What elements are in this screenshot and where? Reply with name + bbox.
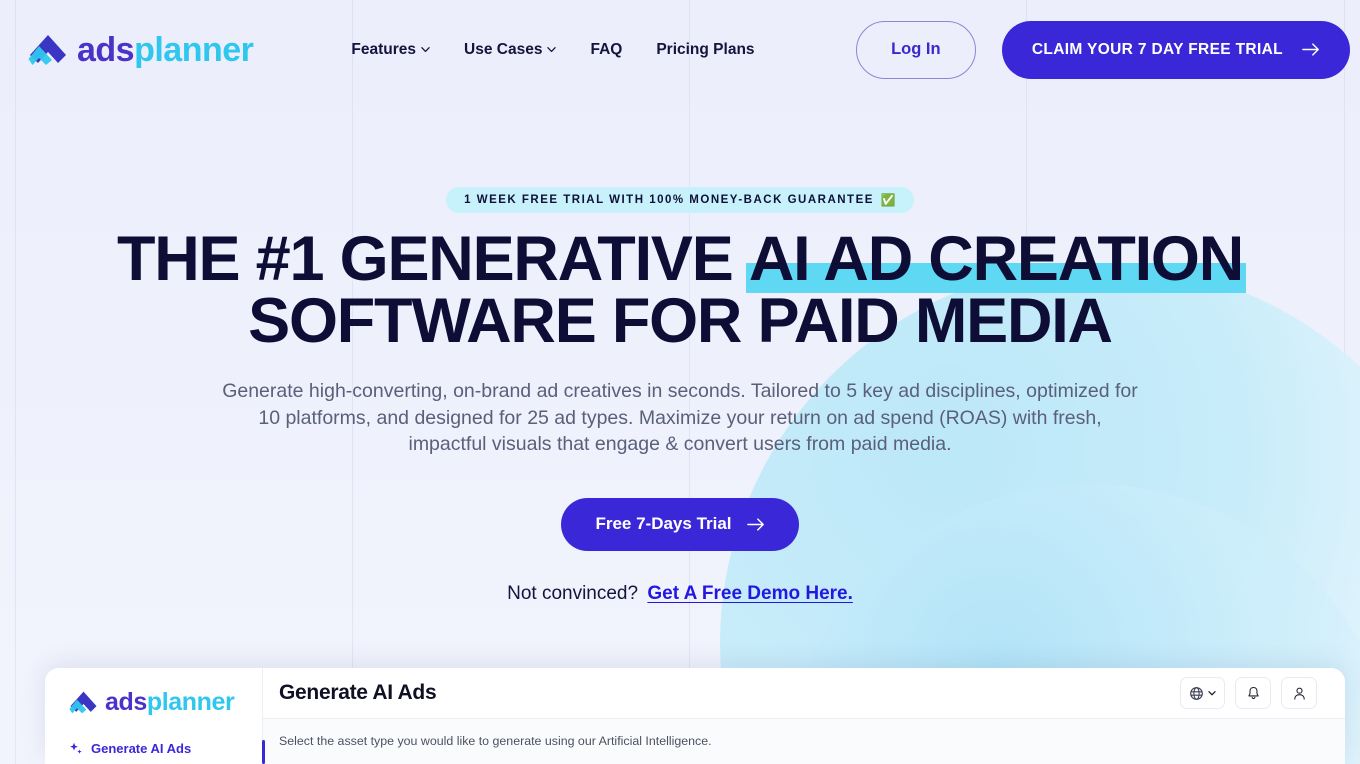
nav-item-pricing-plans[interactable]: Pricing Plans	[656, 41, 754, 59]
get-free-demo-link[interactable]: Get A Free Demo Here.	[647, 583, 853, 604]
chevron-down-icon	[421, 47, 430, 53]
sidebar-active-indicator	[262, 740, 265, 764]
app-topbar: Generate AI Ads	[263, 668, 1345, 719]
main-navigation: Features Use Cases FAQ Pricing Plans	[351, 41, 754, 59]
demo-prompt-text: Not convinced?	[507, 582, 639, 604]
nav-item-use-cases[interactable]: Use Cases	[464, 40, 557, 59]
header-actions: Log In CLAIM YOUR 7 DAY FREE TRIAL	[855, 20, 1350, 79]
hero-section: 1 WEEK FREE TRIAL WITH 100% MONEY-BACK G…	[0, 133, 1360, 605]
app-preview-window: adsplanner Generate AI Ads Generate AI A…	[45, 668, 1345, 764]
nav-item-features-label: Features	[351, 40, 417, 58]
arrow-right-icon	[1302, 43, 1319, 56]
hero-subtitle: Generate high-converting, on-brand ad cr…	[222, 380, 1138, 456]
app-content-area: Select the asset type you would like to …	[263, 719, 1345, 764]
app-sidebar-logo[interactable]: adsplanner	[69, 690, 262, 715]
app-sidebar: adsplanner Generate AI Ads	[45, 668, 263, 764]
chevron-down-icon	[547, 47, 557, 53]
app-content-subtitle: Select the asset type you would like to …	[279, 734, 712, 748]
user-icon	[1293, 687, 1305, 700]
hero-title-plain: THE #1 GENERATIVE	[116, 224, 749, 294]
app-logo-word-ads: ads	[105, 688, 147, 716]
nav-item-use-cases-label: Use Cases	[464, 40, 543, 58]
nav-item-pricing-plans-label: Pricing Plans	[656, 40, 755, 58]
free-trial-button-label: Free 7-Days Trial	[595, 514, 732, 534]
nav-item-faq[interactable]: FAQ	[590, 41, 622, 59]
promo-badge: 1 WEEK FREE TRIAL WITH 100% MONEY-BACK G…	[446, 187, 914, 213]
arrow-right-icon	[746, 518, 764, 531]
login-button[interactable]: Log In	[855, 20, 976, 79]
promo-badge-text: 1 WEEK FREE TRIAL WITH 100% MONEY-BACK G…	[464, 194, 874, 206]
nav-item-features[interactable]: Features	[351, 41, 430, 59]
app-sidebar-nav: Generate AI Ads	[69, 741, 262, 756]
demo-prompt: Not convinced? Get A Free Demo Here.	[0, 583, 1360, 605]
free-trial-button[interactable]: Free 7-Days Trial	[561, 497, 799, 551]
claim-free-trial-button[interactable]: CLAIM YOUR 7 DAY FREE TRIAL	[1001, 20, 1350, 79]
chevron-mountain-logo-icon	[28, 34, 66, 65]
hero-title-line-2: SOFTWARE FOR PAID MEDIA	[248, 286, 1113, 356]
bell-icon	[1247, 686, 1259, 699]
sidebar-item-generate-ai-ads-label: Generate AI Ads	[91, 741, 192, 756]
globe-icon	[1190, 686, 1203, 700]
hero-title-highlight: AI AD CREATION	[745, 224, 1247, 294]
claim-free-trial-label: CLAIM YOUR 7 DAY FREE TRIAL	[1031, 40, 1283, 58]
site-logo-wordmark: adsplanner	[77, 30, 254, 69]
sidebar-item-generate-ai-ads[interactable]: Generate AI Ads	[69, 741, 262, 756]
logo-word-planner: planner	[134, 30, 254, 69]
app-page-title: Generate AI Ads	[279, 681, 437, 704]
hero-title-line-1: THE #1 GENERATIVE AI AD CREATION	[0, 224, 1360, 294]
app-topbar-actions	[1180, 677, 1317, 709]
app-main-area: Generate AI Ads Select the asset type yo…	[263, 668, 1345, 764]
chevron-down-icon	[1208, 691, 1216, 696]
sparkle-icon	[70, 742, 82, 754]
language-selector-button[interactable]	[1180, 677, 1225, 709]
notifications-button[interactable]	[1235, 677, 1271, 709]
site-header: adsplanner Features Use Cases FAQ Pricin…	[0, 0, 1360, 133]
site-logo[interactable]: adsplanner	[28, 30, 254, 69]
app-sidebar-wordmark: adsplanner	[105, 688, 235, 716]
app-logo-word-planner: planner	[146, 688, 235, 716]
check-mark-icon: ✅	[880, 193, 896, 207]
account-button[interactable]	[1281, 677, 1317, 709]
page-title: THE #1 GENERATIVE AI AD CREATION SOFTWAR…	[0, 224, 1360, 356]
nav-item-faq-label: FAQ	[590, 40, 623, 58]
logo-word-ads: ads	[77, 30, 135, 69]
chevron-mountain-logo-icon	[69, 691, 97, 714]
